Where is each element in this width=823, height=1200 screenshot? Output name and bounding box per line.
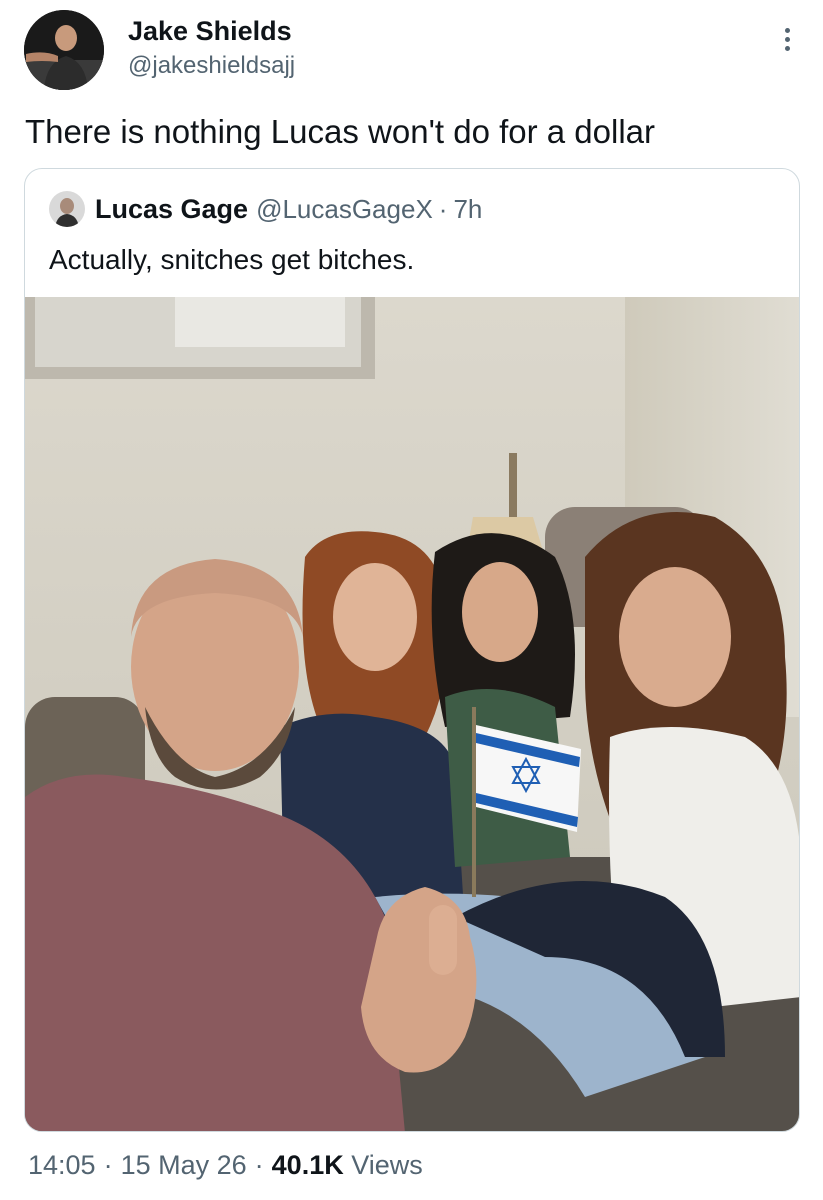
quoted-author-display-name[interactable]: Lucas Gage: [95, 194, 248, 225]
meta-separator: ·: [103, 1150, 113, 1180]
views-label[interactable]: Views: [351, 1150, 423, 1180]
author-avatar[interactable]: [24, 10, 104, 90]
more-dots-icon[interactable]: [782, 28, 792, 58]
quoted-tweet-photo[interactable]: [25, 297, 799, 1131]
quoted-tweet-card[interactable]: Lucas Gage @LucasGageX · 7h Actually, sn…: [24, 168, 800, 1132]
tweet-meta: 14:05 · 15 May 26 · 40.1K Views: [28, 1150, 423, 1181]
author-handle[interactable]: @jakeshieldsajj: [128, 50, 295, 82]
views-count[interactable]: 40.1K: [272, 1150, 344, 1180]
quoted-tweet-header: Lucas Gage @LucasGageX · 7h: [49, 191, 482, 227]
quoted-separator: ·: [438, 193, 448, 224]
quoted-timestamp[interactable]: 7h: [453, 194, 482, 225]
tweet-time[interactable]: 14:05: [28, 1150, 96, 1180]
quoted-author-handle[interactable]: @LucasGageX: [256, 194, 433, 225]
tweet-header: Jake Shields @jakeshieldsajj: [24, 10, 800, 90]
tweet-text: There is nothing Lucas won't do for a do…: [25, 113, 655, 150]
meta-separator-2: ·: [254, 1150, 264, 1180]
author-display-name[interactable]: Jake Shields: [128, 14, 295, 48]
tweet-date[interactable]: 15 May 26: [121, 1150, 247, 1180]
quoted-tweet-text: Actually, snitches get bitches.: [49, 244, 415, 275]
quoted-author-avatar[interactable]: [49, 191, 85, 227]
